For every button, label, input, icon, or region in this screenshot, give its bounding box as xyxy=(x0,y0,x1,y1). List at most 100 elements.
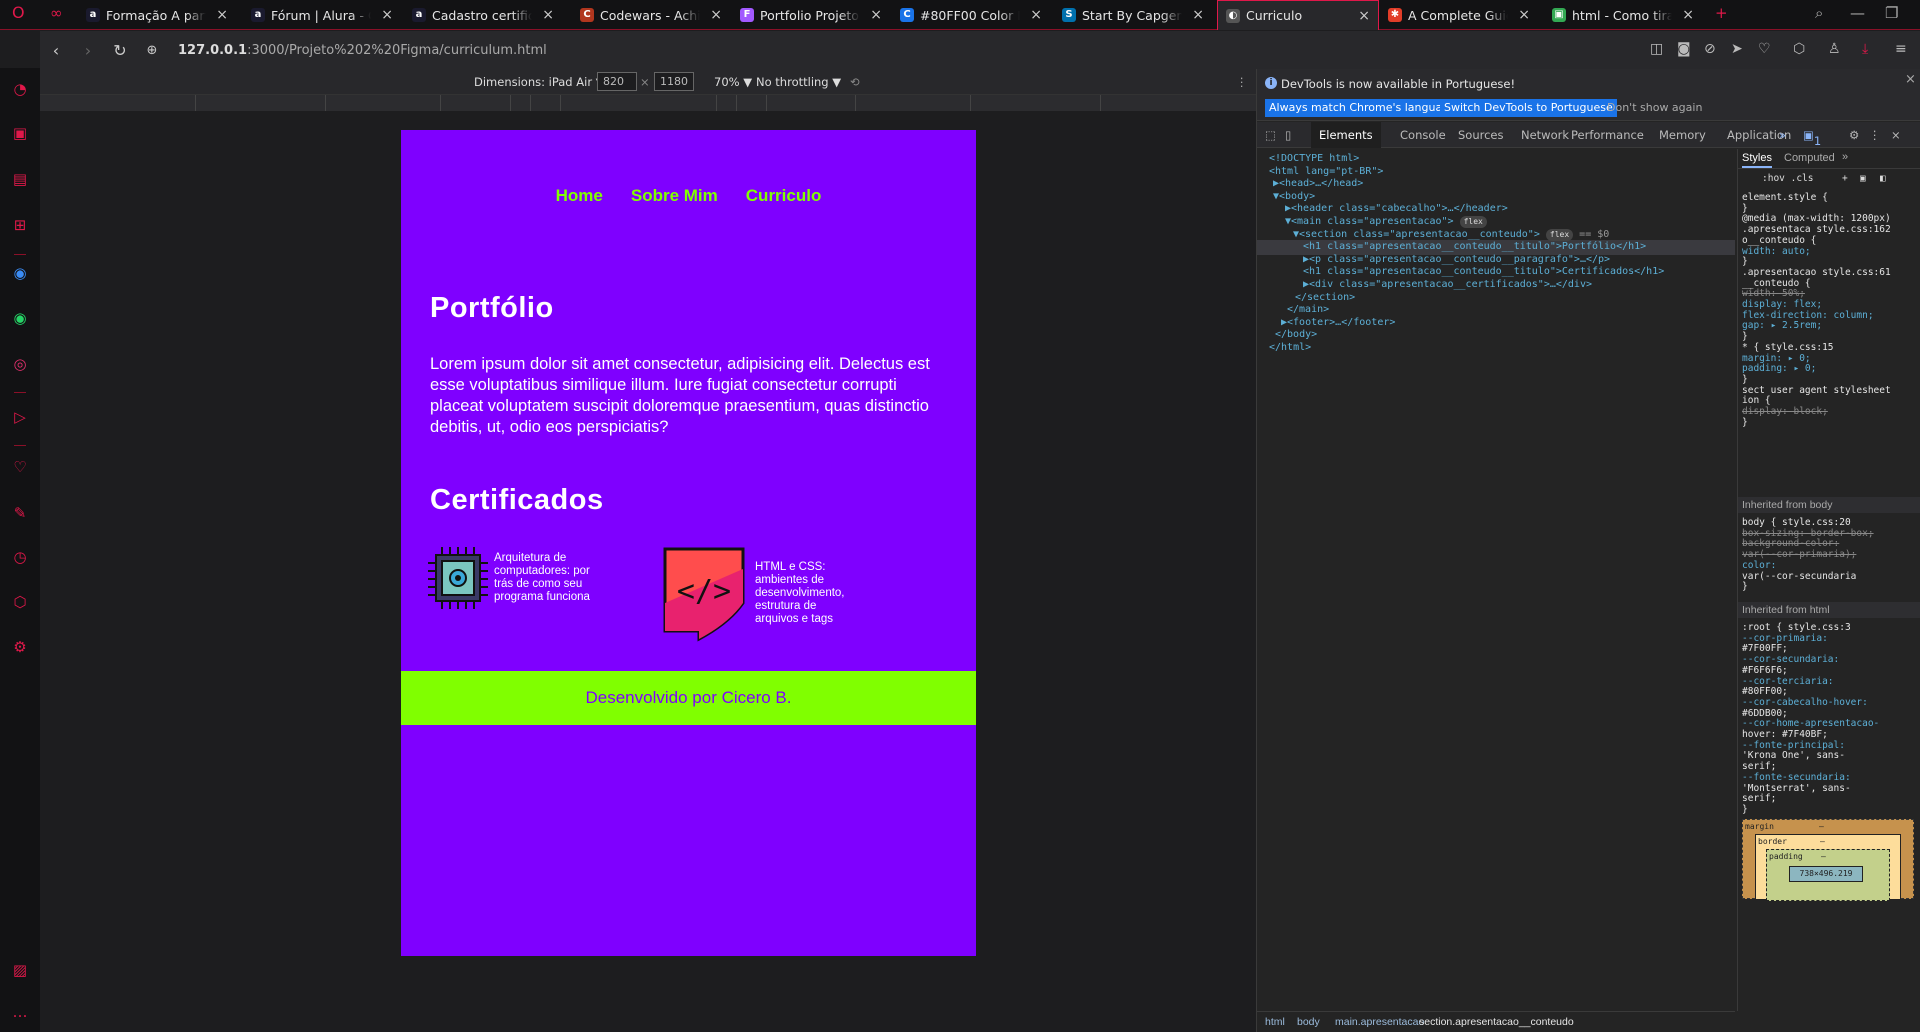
dom-node[interactable]: </body> xyxy=(1275,329,1317,341)
dom-node[interactable]: ▼<main class="apresentacao"> flex xyxy=(1285,216,1487,228)
forward-icon[interactable]: › xyxy=(72,41,104,60)
tab-close-icon[interactable]: × xyxy=(1358,8,1370,24)
player2-icon[interactable]: ▷ xyxy=(8,408,32,428)
nav-sobre-mim[interactable]: Sobre Mim xyxy=(631,186,718,206)
devtools-tab-memory[interactable]: Memory xyxy=(1659,128,1706,142)
tab-0[interactable]: a Formação A partir do zero × xyxy=(78,0,236,30)
heart-icon[interactable]: ♡ xyxy=(8,458,32,478)
tab-close-icon[interactable]: × xyxy=(1682,7,1694,23)
tab-close-icon[interactable]: × xyxy=(542,7,554,23)
profile-icon[interactable]: ♙ xyxy=(1828,41,1841,57)
crumb-html[interactable]: html xyxy=(1265,1016,1285,1028)
tab-close-icon[interactable]: × xyxy=(1518,7,1530,23)
bag-icon[interactable]: ▣ xyxy=(8,124,32,144)
crumb-main[interactable]: main.apresentacao xyxy=(1335,1016,1424,1028)
devtools-tab-console[interactable]: Console xyxy=(1400,128,1446,142)
tab-close-icon[interactable]: × xyxy=(381,7,393,23)
switch-language-button[interactable]: Switch DevTools to Portuguese xyxy=(1440,99,1617,117)
tab-close-icon[interactable]: × xyxy=(216,7,228,23)
throttle-select[interactable]: No throttling ▼ xyxy=(756,75,841,89)
minimize-icon[interactable]: — xyxy=(1850,4,1865,22)
inspect-icon[interactable]: ⬚ xyxy=(1265,128,1276,142)
download-icon[interactable]: ⤓ xyxy=(1862,41,1868,57)
dom-node[interactable]: <html lang="pt-BR"> xyxy=(1269,166,1383,178)
url-field[interactable]: 127.0.0.1:3000/Projeto%202%20Figma/curri… xyxy=(178,43,547,58)
height-input[interactable]: 1180 xyxy=(654,72,694,91)
dom-node[interactable]: ▼<body> xyxy=(1273,191,1315,203)
styles-more-icon[interactable]: » xyxy=(1842,151,1848,163)
devtools-close-icon[interactable]: × xyxy=(1891,128,1901,142)
dom-node[interactable]: ▼<section class="apresentacao__conteudo"… xyxy=(1293,228,1609,241)
more-tabs-icon[interactable]: » xyxy=(1779,128,1786,142)
whatsapp-icon[interactable]: ◉ xyxy=(8,309,32,329)
twitch-icon[interactable]: ▤ xyxy=(8,170,32,190)
zoom-select[interactable]: 70% ▼ xyxy=(714,75,752,89)
media-query-ruler[interactable] xyxy=(40,95,1256,111)
element-state-icon[interactable]: ▣ xyxy=(1860,173,1866,184)
devtools-tab-performance[interactable]: Performance xyxy=(1571,128,1644,142)
nav-curriculo[interactable]: Curriculo xyxy=(746,186,822,206)
messenger-icon[interactable]: ◉ xyxy=(8,264,32,284)
device-menu-icon[interactable]: ⋮ xyxy=(1236,75,1248,89)
filter-hov-cls[interactable]: :hov .cls xyxy=(1762,173,1813,184)
tab-close-icon[interactable]: × xyxy=(710,7,722,23)
dom-node[interactable]: </section> xyxy=(1295,292,1355,304)
tab-5[interactable]: C #80FF00 Color Info × xyxy=(892,0,1050,30)
devtools-settings-icon[interactable]: ⚙ xyxy=(1849,128,1859,142)
more-icon[interactable]: … xyxy=(8,1003,32,1023)
restore-icon[interactable]: ❐ xyxy=(1885,4,1898,22)
player-icon[interactable]: ⊞ xyxy=(8,216,32,236)
gallery-icon[interactable]: ▨ xyxy=(8,961,32,981)
tab-9[interactable]: ▣ html - Como tirar es × xyxy=(1544,0,1702,30)
reload-icon[interactable]: ↻ xyxy=(104,41,136,60)
tab-close-icon[interactable]: × xyxy=(870,7,882,23)
tab-close-icon[interactable]: × xyxy=(1192,7,1204,23)
tab-styles[interactable]: Styles xyxy=(1742,152,1772,168)
device-select[interactable]: Dimensions: iPad Air ▼ xyxy=(474,75,605,89)
cube-icon[interactable]: ⬡ xyxy=(1793,41,1805,57)
tab-8[interactable]: ✱ A Complete Guide to × xyxy=(1380,0,1538,30)
history-icon[interactable]: ◷ xyxy=(8,548,32,568)
adblock-icon[interactable]: ⊘ xyxy=(1704,41,1716,57)
tab-1[interactable]: a Fórum | Alura - Cursos × xyxy=(243,0,401,30)
workspaces-icon[interactable]: ∞ xyxy=(50,4,63,22)
dom-node[interactable]: <h1 class="apresentacao__conteudo__titul… xyxy=(1303,241,1646,253)
dom-node[interactable]: <!DOCTYPE html> xyxy=(1269,153,1359,165)
device-toggle-icon[interactable]: ▯ xyxy=(1285,128,1291,142)
devtools-tab-elements[interactable]: Elements xyxy=(1311,122,1381,148)
rotate-icon[interactable]: ⟲ xyxy=(850,75,860,89)
dom-node[interactable]: </html> xyxy=(1269,342,1311,354)
tab-4[interactable]: F Portfolio Projeto 2 (Co × xyxy=(732,0,890,30)
extensions-icon[interactable]: ⬡ xyxy=(8,593,32,613)
send-icon[interactable]: ➤ xyxy=(1731,41,1743,57)
dom-node[interactable]: </main> xyxy=(1287,304,1329,316)
dom-node[interactable]: ▶<p class="apresentacao__conteudo__parag… xyxy=(1303,254,1610,266)
tab-2[interactable]: a Cadastro certificação × xyxy=(404,0,562,30)
dom-node[interactable]: ▶<header class="cabecalho">…</header> xyxy=(1285,203,1508,215)
search-tabs-icon[interactable]: ⌕ xyxy=(1815,4,1823,22)
dom-node[interactable]: <h1 class="apresentacao__conteudo__titul… xyxy=(1303,266,1664,278)
tab-3[interactable]: C Codewars - Achievements × xyxy=(572,0,730,30)
tab-7[interactable]: ◐ Curriculo × xyxy=(1217,0,1379,30)
issues-badge[interactable]: ▣ 1 xyxy=(1803,128,1821,148)
settings-icon[interactable]: ⚙ xyxy=(8,638,32,658)
devtools-menu-icon[interactable]: ⋮ xyxy=(1869,128,1881,142)
camera-icon[interactable]: ◙ xyxy=(1677,41,1691,57)
dom-node[interactable]: ▶<div class="apresentacao__certificados"… xyxy=(1303,279,1592,291)
speed-dial-icon[interactable]: ◔ xyxy=(8,80,32,100)
tab-computed[interactable]: Computed xyxy=(1784,152,1835,164)
devtools-tab-network[interactable]: Network xyxy=(1521,128,1569,142)
new-tab-icon[interactable]: + xyxy=(1715,4,1728,22)
bookmark-heart-icon[interactable]: ♡ xyxy=(1758,41,1771,57)
width-input[interactable]: 820 xyxy=(597,72,637,91)
devtools-tab-sources[interactable]: Sources xyxy=(1458,128,1504,142)
dom-node[interactable]: ▶<footer>…</footer> xyxy=(1281,317,1395,329)
tab-close-icon[interactable]: × xyxy=(1030,7,1042,23)
back-icon[interactable]: ‹ xyxy=(40,41,72,60)
site-info-icon[interactable]: ⊕ xyxy=(136,43,168,58)
pinboard-icon[interactable]: ✎ xyxy=(8,504,32,524)
crumb-body[interactable]: body xyxy=(1297,1016,1320,1028)
toggle-sidebar-icon[interactable]: ◧ xyxy=(1880,173,1886,184)
match-language-button[interactable]: Always match Chrome's language xyxy=(1265,99,1460,117)
dom-node[interactable]: ▶<head>…</head> xyxy=(1273,178,1363,190)
